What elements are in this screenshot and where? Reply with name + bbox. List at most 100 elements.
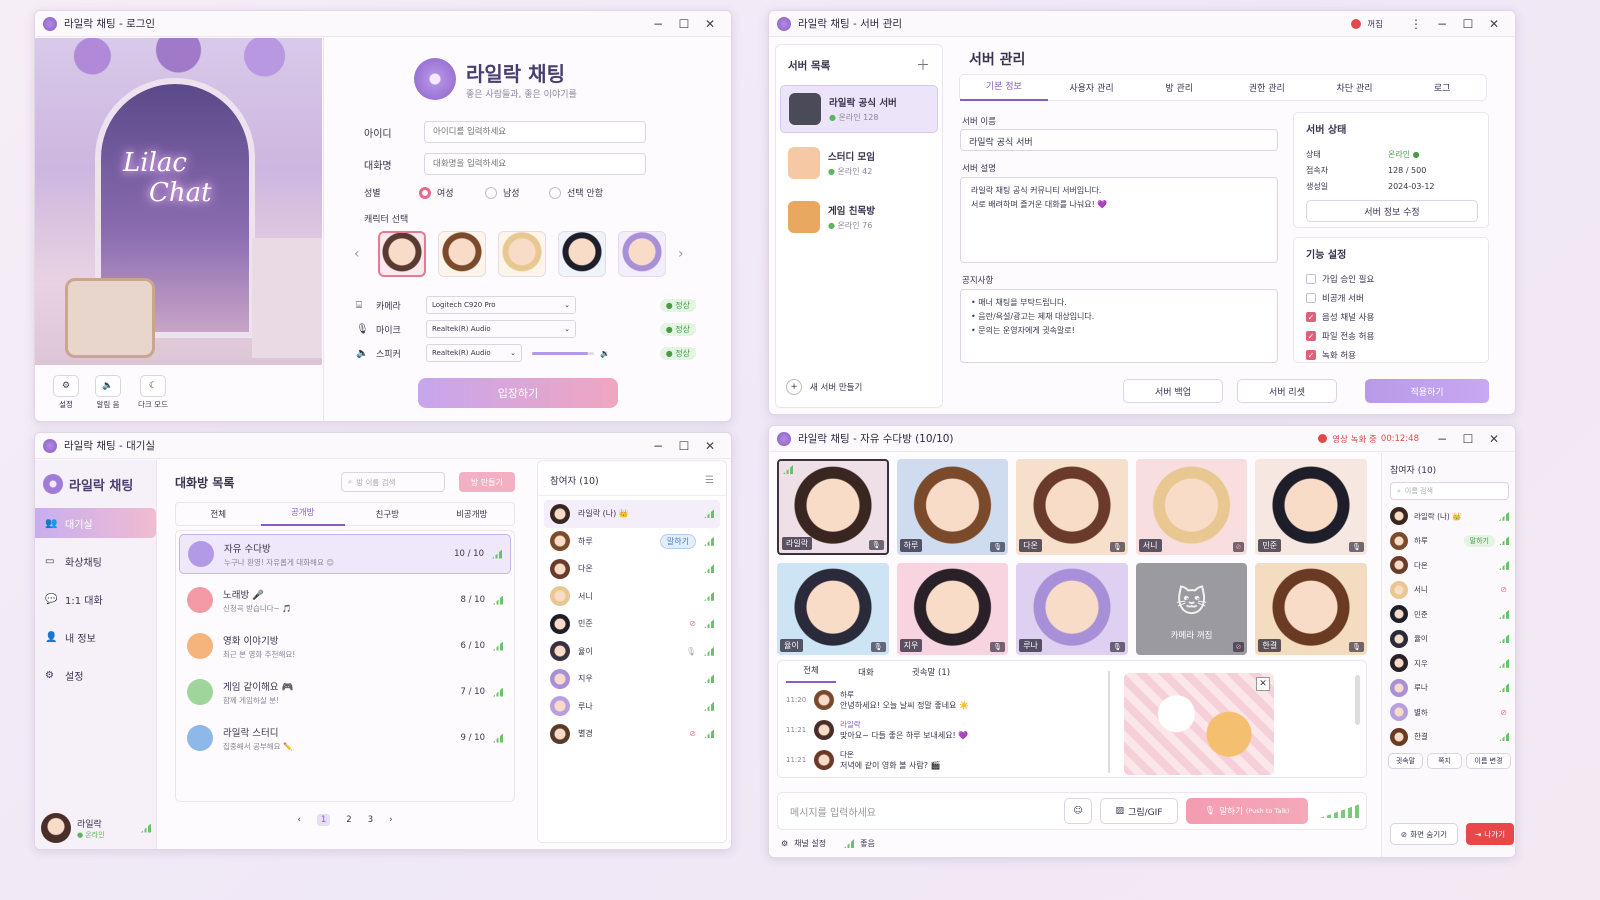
plus-icon[interactable]: ＋ [916,55,930,75]
filter-icon[interactable]: ☰ [705,475,714,486]
reset-button[interactable]: 서버 리셋 [1237,379,1337,403]
nav-lobby[interactable]: 👥 대기실 [35,508,156,538]
server-desc-textarea[interactable]: 라일락 채팅 공식 커뮤니티 서버입니다. 서로 배려하며 즐거운 대화를 나눠… [960,177,1278,263]
edit-server-button[interactable]: 서버 정보 수정 [1306,200,1478,222]
participant-row[interactable]: 율이 🎙 [544,638,720,666]
speaker-select[interactable]: Realtek(R) Audio ⌄ [426,344,522,362]
video-tile[interactable]: 🐱 카메라 꺼짐 ⊘ [1135,563,1248,655]
room-item[interactable]: 노래방 🎤 신청곡 받습니다~ 🎵 8 / 10 [179,580,511,620]
notice-textarea[interactable]: • 매너 채팅을 부탁드립니다. • 음란/욕설/광고는 제재 대상입니다. •… [960,289,1278,363]
participant-row[interactable]: 서니 [544,583,720,611]
rename-button[interactable]: 이름 변경 [1466,753,1511,769]
tab-log[interactable]: 로그 [1398,81,1486,94]
chevron-left-icon[interactable]: ‹ [354,246,378,262]
page-next[interactable]: › [389,815,392,825]
note-button[interactable]: 쪽지 [1427,753,1463,769]
push-to-talk-button[interactable]: 🎙 말하기 (Push to Talk) [1186,798,1308,824]
enter-button[interactable]: 입장하기 [418,378,618,408]
tab-permissions[interactable]: 권한 관리 [1223,81,1311,94]
participant-row[interactable]: 루나 [1386,676,1513,701]
close-image-icon[interactable]: ✕ [1256,677,1270,691]
character-option[interactable] [498,231,546,277]
participant-row[interactable]: 민준 [1386,602,1513,627]
nav-dm[interactable]: 💬 1:1 대화 [35,580,156,618]
minimize-icon[interactable]: − [645,439,671,453]
video-tile[interactable]: 율이 🎙 [777,563,889,655]
participant-row[interactable]: 루나 [544,693,720,721]
maximize-icon[interactable]: ☐ [671,439,697,453]
gear-icon[interactable]: ⚙ [781,839,788,848]
whisper-button[interactable]: 귓속말 [1388,753,1424,769]
gif-button[interactable]: ▨ 그림/GIF [1100,798,1178,824]
video-tile[interactable]: 서니 ⊘ [1135,459,1248,555]
server-item[interactable]: 스터디 모임 ● 온라인 42 [780,139,938,187]
video-tile[interactable]: 라일락 🎙 [777,459,889,555]
tab-all[interactable]: 전체 [176,508,261,520]
make-room-button[interactable]: 방 만들기 [459,472,515,492]
scrollbar[interactable] [1355,675,1360,725]
new-server-button[interactable]: + 새 서버 만들기 [786,379,862,395]
participant-row[interactable]: 지우 [1386,651,1513,676]
character-option[interactable] [558,231,606,277]
participant-row[interactable]: 율이 [1386,627,1513,652]
mic-select[interactable]: Realtek(R) Audio ⌄ [426,320,576,338]
backup-button[interactable]: 서버 백업 [1123,379,1223,403]
maximize-icon[interactable]: ☐ [1455,17,1481,31]
message-input[interactable]: 메시지를 입력하세요 [790,804,1064,819]
my-profile[interactable]: 라일락 ● 온라인 [41,813,151,843]
room-item[interactable]: 라일락 스터디 집중해서 공부해요 ✏️ 9 / 10 [179,718,511,758]
gender-female-radio[interactable]: 여성 [419,186,485,199]
page-3[interactable]: 3 [368,815,373,825]
close-icon[interactable]: ✕ [697,439,723,453]
participant-search-input[interactable]: ⌕ 이름 검색 [1390,482,1509,500]
tab-users[interactable]: 사용자 관리 [1048,81,1136,94]
close-icon[interactable]: ✕ [1481,432,1507,446]
character-option[interactable] [438,231,486,277]
nickname-input[interactable] [424,153,646,175]
minimize-icon[interactable]: − [1429,432,1455,446]
maximize-icon[interactable]: ☐ [671,17,697,31]
tab-whisper[interactable]: 귓속말 (1) [896,666,966,678]
tab-private[interactable]: 비공개방 [430,508,515,520]
video-tile[interactable]: 다온 🎙 [1016,459,1128,555]
close-icon[interactable]: ✕ [1481,17,1507,31]
participant-row[interactable]: 라일락 (나) 👑 [544,500,720,528]
participant-row[interactable]: 한결 [1386,725,1513,750]
character-option[interactable] [378,231,426,277]
settings-button[interactable]: ⚙ 설정 [49,375,83,413]
tab-public[interactable]: 공개방 [260,503,345,526]
server-name-input[interactable]: 라일락 공식 서버 [960,129,1278,151]
room-search-input[interactable]: ⌕ 방 이름 검색 [341,472,445,492]
maximize-icon[interactable]: ☐ [1455,432,1481,446]
participant-row[interactable]: 하루 말하기 [544,528,720,556]
participant-row[interactable]: 민준 ⊘ [544,610,720,638]
gender-none-radio[interactable]: 선택 안함 [549,186,603,199]
minimize-icon[interactable]: − [645,17,671,31]
tab-friends[interactable]: 친구방 [345,508,430,520]
video-tile[interactable]: 하루 🎙 [896,459,1009,555]
server-item[interactable]: 게임 친목방 ● 온라인 76 [780,193,938,241]
video-tile[interactable]: 한결 🎙 [1255,563,1367,655]
page-prev[interactable]: ‹ [297,815,300,825]
feature-item[interactable]: ✓ 음성 채널 사용 [1306,307,1476,326]
camera-select[interactable]: Logitech C920 Pro ⌄ [426,296,576,314]
participant-row[interactable]: 다온 [544,555,720,583]
nav-settings[interactable]: ⚙ 설정 [35,656,156,694]
tab-talk[interactable]: 대화 [836,666,896,678]
participant-row[interactable]: 다온 [1386,553,1513,578]
feature-item[interactable]: 비공개 서버 [1306,288,1476,307]
darkmode-button[interactable]: ☾ 다크 모드 [133,375,173,413]
server-item[interactable]: 라일락 공식 서버 ● 온라인 128 [780,85,938,133]
page-1[interactable]: 1 [316,814,331,826]
nav-videochat[interactable]: ▭ 화상채팅 [35,542,156,580]
feature-item[interactable]: 가입 승인 필요 [1306,269,1476,288]
leave-button[interactable]: ⇥ 나가기 [1466,823,1514,845]
video-tile[interactable]: 루나 🎙 [1016,563,1128,655]
channel-settings[interactable]: 채널 설정 [794,838,826,849]
participant-row[interactable]: 서니 ⊘ [1386,578,1513,603]
hide-screen-button[interactable]: ⊘ 화면 숨기기 [1390,823,1458,845]
room-item[interactable]: 자유 수다방 누구나 환영! 자유롭게 대화해요 😊 10 / 10 [179,534,511,574]
character-option[interactable] [618,231,666,277]
nav-profile[interactable]: 👤 내 정보 [35,618,156,656]
id-input[interactable] [424,121,646,143]
